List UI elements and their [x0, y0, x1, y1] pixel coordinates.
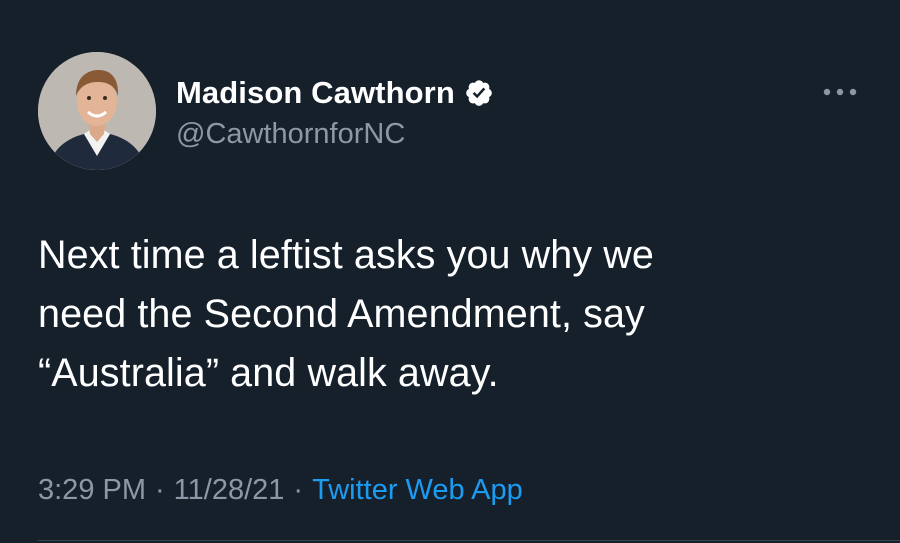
verified-badge-icon [464, 78, 494, 108]
divider [38, 540, 900, 541]
avatar[interactable] [38, 52, 156, 170]
tweet-text-line: need the Second Amendment, say [38, 292, 645, 336]
tweet-source-link[interactable]: Twitter Web App [312, 474, 523, 507]
tweet-time[interactable]: 3:29 PM [38, 474, 146, 507]
display-name[interactable]: Madison Cawthorn [176, 75, 455, 111]
tweet-text: Next time a leftist asks you why we need… [38, 226, 868, 403]
author-row: Madison Cawthorn [176, 74, 494, 112]
ellipsis-icon [823, 88, 857, 96]
tweet-date[interactable]: 11/28/21 [174, 474, 285, 507]
separator-dot: · [155, 474, 165, 506]
tweet-card: Madison Cawthorn @CawthornforNC Next tim… [0, 0, 900, 543]
tweet-text-line: “Australia” and walk away. [38, 351, 499, 395]
more-options-button[interactable] [816, 78, 864, 106]
separator-dot: · [293, 474, 304, 506]
tweet-metadata: 3:29 PM · 11/28/21 · Twitter Web App [38, 474, 523, 507]
profile-photo-icon [38, 52, 156, 170]
tweet-text-line: Next time a leftist asks you why we [38, 233, 654, 277]
author-handle[interactable]: @CawthornforNC [176, 118, 405, 151]
